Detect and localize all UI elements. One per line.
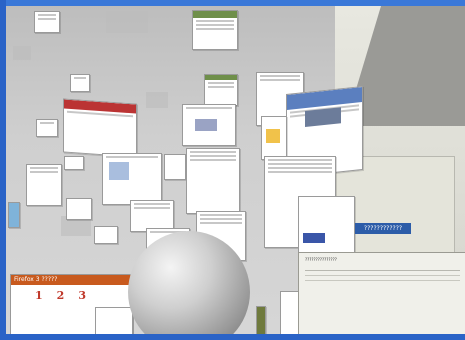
tab-thumbnail[interactable] bbox=[66, 198, 92, 220]
tab-thumbnail[interactable] bbox=[95, 307, 133, 334]
tab-thumbnail[interactable] bbox=[8, 202, 20, 228]
tab-thumbnail[interactable] bbox=[94, 226, 118, 244]
firefox-page-thumbnail[interactable]: Firefox 3 ????? 1 2 3 bbox=[10, 274, 134, 334]
tab-thumbnail[interactable] bbox=[261, 116, 287, 160]
firefox-header: Firefox 3 ????? bbox=[11, 275, 133, 285]
faded-tile bbox=[106, 11, 148, 33]
jp-forum-banner[interactable]: ???????????? bbox=[355, 223, 411, 234]
tab-thumbnail[interactable] bbox=[182, 104, 236, 146]
tab-thumbnail[interactable] bbox=[192, 10, 238, 50]
faded-tile bbox=[13, 46, 31, 60]
tab-thumbnail[interactable] bbox=[64, 156, 84, 170]
tab-thumbnail[interactable] bbox=[164, 154, 186, 180]
window-frame-bottom bbox=[0, 334, 465, 340]
tab-thumbnail[interactable] bbox=[36, 119, 58, 137]
step-1: 1 bbox=[35, 289, 43, 302]
document-title: ??????????????? bbox=[305, 257, 337, 262]
tab-thumbnail[interactable] bbox=[298, 196, 355, 254]
tab-thumbnail[interactable] bbox=[204, 74, 238, 106]
document-tab-panel[interactable]: ??????????????? bbox=[298, 252, 465, 334]
tab-thumbnail[interactable] bbox=[70, 74, 90, 92]
tab-thumbnail[interactable] bbox=[256, 306, 266, 334]
tab-thumbnail[interactable] bbox=[34, 11, 60, 33]
tab-thumbnail[interactable] bbox=[186, 148, 240, 214]
tab-thumbnail[interactable] bbox=[102, 153, 162, 205]
step-2: 2 bbox=[56, 289, 65, 302]
3d-tab-viewport[interactable]: Firefox 3 ????? 1 2 3 ???????????? ?????… bbox=[6, 6, 465, 334]
faded-tile bbox=[146, 92, 168, 108]
tab-thumbnail[interactable] bbox=[63, 98, 137, 158]
tab-thumbnail[interactable] bbox=[26, 164, 62, 206]
step-3: 3 bbox=[78, 289, 86, 302]
